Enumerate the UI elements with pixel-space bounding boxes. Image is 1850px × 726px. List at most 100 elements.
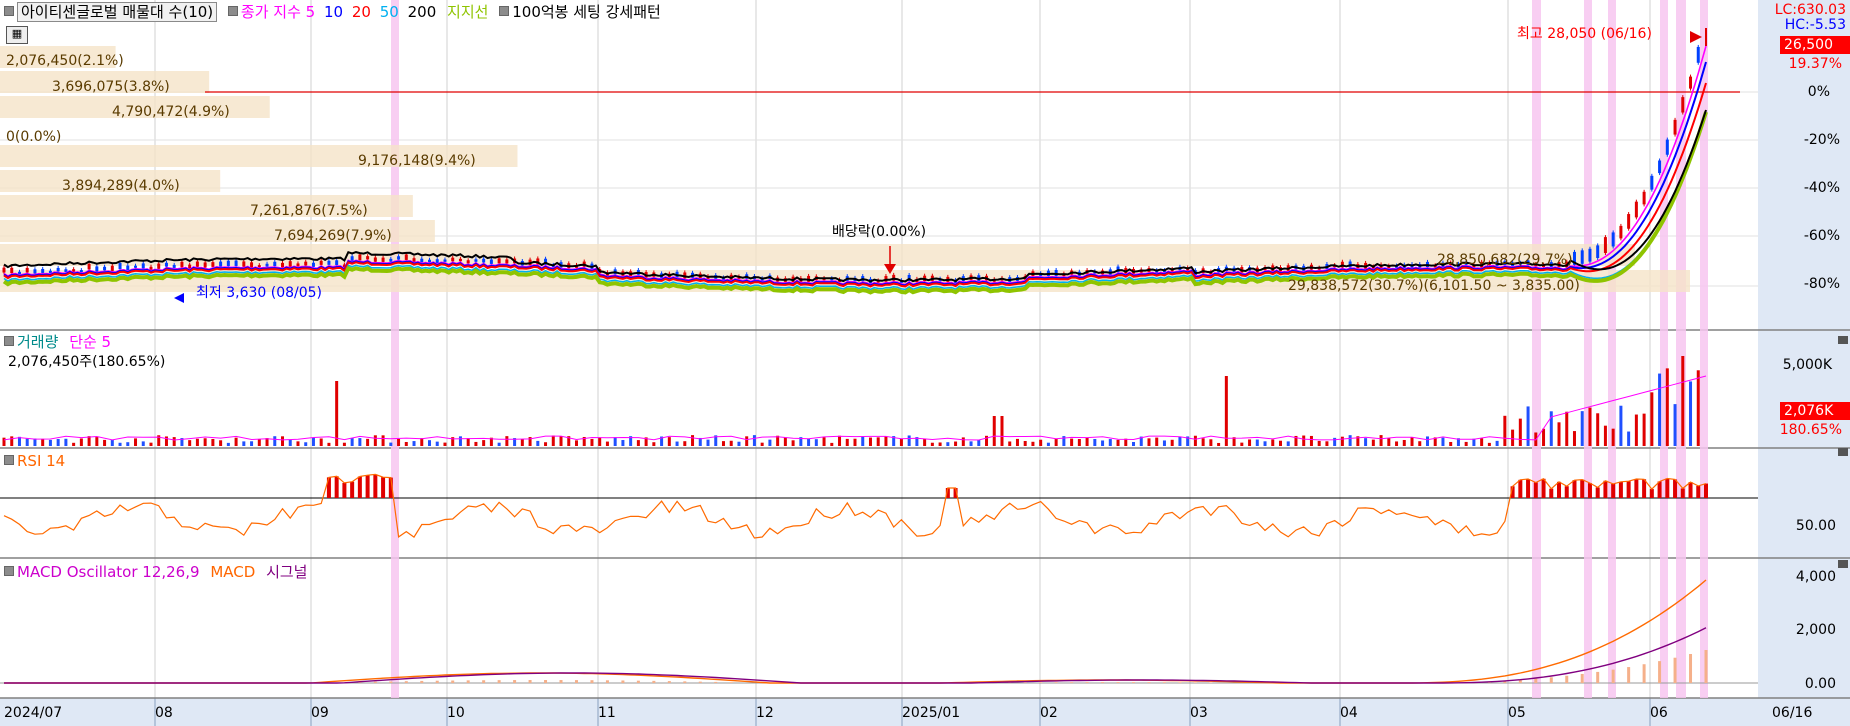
volume-bar: [1240, 442, 1244, 446]
macd-line: [4, 579, 1707, 684]
candle-body: [126, 265, 130, 271]
volume-bar: [574, 440, 578, 446]
candle-body: [397, 256, 401, 260]
volume-bar: [342, 442, 346, 446]
volume-profile-label: 29,838,572(30.7%)(6,101.50 ~ 3,835.00): [1288, 278, 1580, 294]
volume-bar: [838, 435, 842, 446]
macd-histogram-bar: [605, 680, 609, 683]
volume-current-tag: 2,076K: [1780, 402, 1850, 420]
volume-bar: [559, 436, 563, 446]
volume-bar: [536, 440, 540, 446]
volume-bar: [1596, 413, 1600, 446]
volume-bar: [1077, 439, 1081, 446]
candle-body: [56, 267, 60, 272]
volume-bar: [56, 439, 60, 446]
chart-canvas[interactable]: [0, 0, 1850, 726]
volume-bar: [482, 440, 486, 446]
volume-bar: [1364, 438, 1368, 446]
panel-marker-icon: [4, 455, 14, 465]
candle-body: [443, 259, 447, 262]
macd-histogram-bar: [404, 681, 408, 683]
support-line-label: 지지선: [447, 3, 489, 21]
candle-body: [149, 266, 153, 270]
stock-title-button[interactable]: 아이티센글로벌 매물대 수(10): [17, 2, 218, 22]
highlight-band: [1676, 0, 1686, 698]
volume-bar: [350, 438, 354, 446]
volume-bar: [319, 438, 323, 446]
volume-bar: [1170, 439, 1174, 446]
macd-histogram-bar: [1132, 682, 1136, 683]
volume-bar: [636, 440, 640, 446]
macd-histogram-bar: [1642, 664, 1646, 683]
macd-histogram-bar: [1178, 682, 1182, 683]
macd-histogram-bar: [1193, 682, 1197, 683]
volume-bar: [954, 441, 958, 446]
volume-bar: [466, 438, 470, 446]
candle-body: [482, 258, 486, 263]
macd-histogram-bar: [1596, 671, 1600, 683]
volume-bar: [1503, 415, 1507, 446]
volume-bar: [1518, 418, 1522, 446]
candle-body: [87, 263, 91, 270]
rsi-overbought-fill: [1673, 479, 1678, 498]
volume-bar: [1603, 425, 1607, 446]
volume-profile-label: 7,261,876(7.5%): [250, 203, 368, 219]
pattern-label: 100억봉 세팅 강세패턴: [512, 3, 661, 21]
volume-bar: [1542, 428, 1546, 446]
volume-bar: [1387, 438, 1391, 446]
candle-body: [412, 258, 416, 262]
grid-table-icon[interactable]: ▦: [6, 26, 28, 44]
candle-body: [1588, 248, 1592, 262]
macd-histogram-bar: [497, 680, 501, 683]
macd-histogram-bar: [698, 681, 702, 683]
volume-bar: [938, 442, 942, 446]
macd-histogram-bar: [1023, 682, 1027, 683]
candle-body: [505, 259, 509, 264]
macd-histogram-bar: [559, 680, 563, 683]
volume-bar: [211, 438, 215, 446]
axis-tick-label: -80%: [1803, 276, 1840, 292]
volume-bar: [234, 437, 238, 446]
candle-body: [273, 261, 277, 267]
candle-body: [281, 262, 285, 268]
volume-bar: [1348, 435, 1352, 446]
candle-body: [1658, 160, 1662, 174]
candle-body: [79, 270, 83, 273]
rsi-overbought-fill: [1541, 478, 1546, 498]
volume-bar: [404, 441, 408, 446]
macd-histogram-bar: [451, 680, 455, 683]
volume-bar: [1201, 438, 1205, 446]
macd-histogram-bar: [1070, 682, 1074, 683]
volume-bar: [304, 442, 308, 446]
stock-chart[interactable]: 아이티센글로벌 매물대 수(10) 종가 지수 5 10 20 50 200 지…: [0, 0, 1850, 726]
candle-body: [327, 260, 331, 265]
candle-body: [110, 265, 114, 271]
x-axis-tick: 05: [1508, 705, 1526, 721]
volume-ma-label: 단순 5: [69, 333, 112, 351]
volume-bar: [1642, 413, 1646, 446]
volume-bar: [1008, 441, 1012, 446]
volume-bar: [807, 438, 811, 446]
volume-bar: [721, 441, 725, 446]
candle-body: [195, 261, 199, 267]
volume-bar: [1495, 440, 1499, 446]
macd-histogram-bar: [1085, 682, 1089, 683]
volume-bar: [1147, 438, 1151, 446]
rsi-overbought-fill: [334, 476, 339, 498]
volume-bar: [946, 442, 950, 446]
highlight-band: [1532, 0, 1541, 698]
panel-close-icon: [1838, 448, 1848, 456]
macd-histogram-bar: [1658, 661, 1662, 683]
candle-body: [358, 254, 362, 261]
candle-body: [265, 263, 269, 267]
volume-bar: [79, 438, 83, 446]
candle-body: [304, 261, 308, 266]
rsi-overbought-fill: [350, 481, 355, 498]
volume-bar: [992, 416, 996, 446]
volume-profile-label: 7,694,269(7.9%): [274, 228, 392, 244]
candle-body: [373, 257, 377, 262]
volume-bar: [1093, 439, 1097, 446]
macd-histogram-bar: [1673, 657, 1677, 683]
volume-bar: [1155, 437, 1159, 446]
macd-histogram-bar: [1611, 669, 1615, 683]
